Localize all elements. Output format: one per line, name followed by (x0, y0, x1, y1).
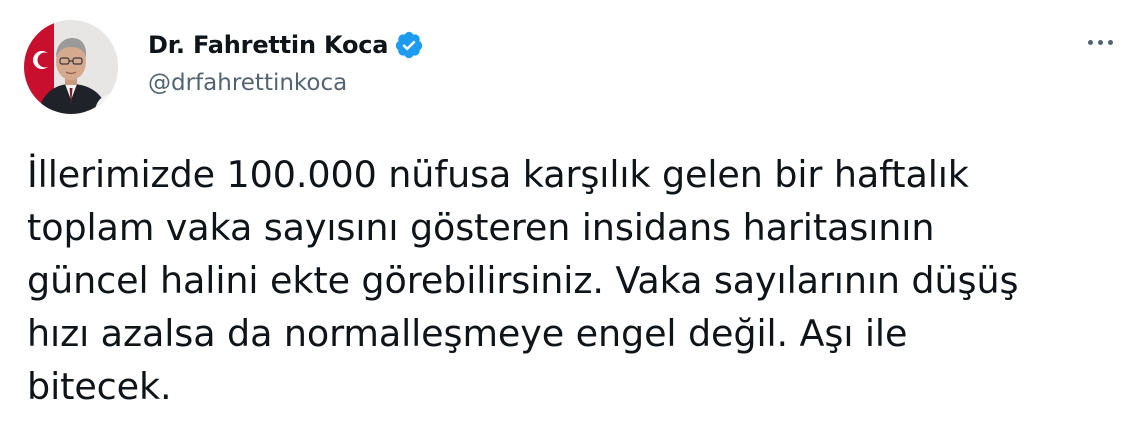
tweet-text-line: toplam vaka sayısını gösteren insidans h… (27, 206, 935, 249)
tweet-text-line: İllerimizde 100.000 nüfusa karşılık gele… (27, 153, 969, 196)
author-display-name[interactable]: Dr. Fahrettin Koca (148, 31, 388, 59)
author-name-row: Dr. Fahrettin Koca (148, 28, 424, 62)
tweet-text: İllerimizde 100.000 nüfusa karşılık gele… (27, 148, 1037, 413)
more-horizontal-icon (1087, 39, 1093, 45)
verified-badge-icon (394, 30, 424, 60)
more-horizontal-icon-dot (1097, 39, 1103, 45)
avatar[interactable] (24, 20, 118, 114)
tweet-text-line: güncel halini ekte görebilirsiniz. Vaka … (27, 259, 1019, 302)
more-horizontal-icon-dot (1107, 39, 1113, 45)
tweet-text-line: hızı azalsa da normalleşmeye engel değil… (27, 312, 908, 355)
author-handle[interactable]: @drfahrettinkoca (148, 70, 347, 96)
more-options-button[interactable] (1080, 30, 1120, 54)
tweet-text-line: bitecek. (27, 365, 172, 408)
avatar-image (24, 20, 118, 114)
tweet-card: Dr. Fahrettin Koca @drfahrettinkoca İlle… (0, 0, 1138, 441)
